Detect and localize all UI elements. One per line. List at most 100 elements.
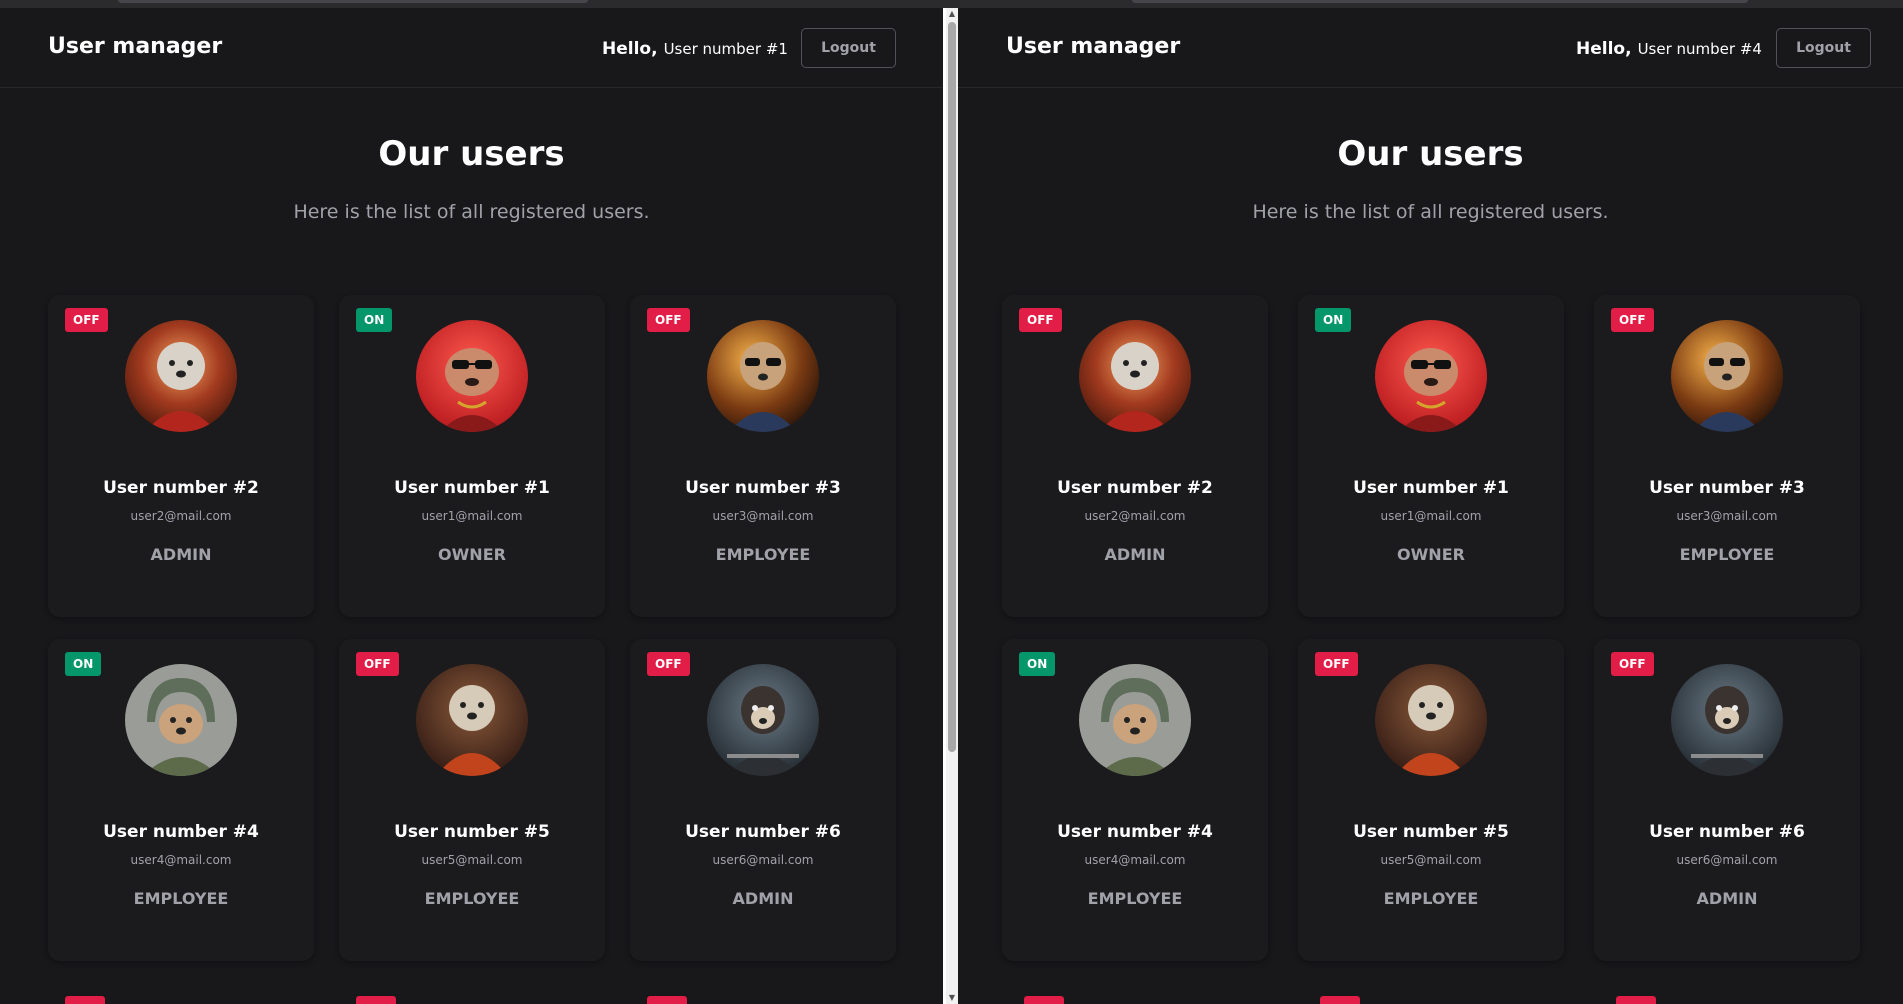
- user-card: ON User number #1 user1@mail.com OWNER: [339, 295, 605, 617]
- brand-title[interactable]: User manager: [1006, 34, 1180, 59]
- status-badge[interactable]: [1024, 996, 1064, 1004]
- user-name: User number #5: [394, 822, 550, 842]
- user-role: EMPLOYEE: [715, 545, 811, 564]
- user-email: user5@mail.com: [421, 853, 523, 867]
- dog-motorcycle-avatar: [707, 664, 819, 776]
- dog-motorcycle-avatar: [1671, 664, 1783, 776]
- user-role: ADMIN: [150, 545, 212, 564]
- user-card: ON User number #4 user4@mail.com EMPLOYE…: [48, 639, 314, 961]
- user-card: OFF User number #2 user2@mail.com ADMIN: [1002, 295, 1268, 617]
- user-card: OFF User number #6 user6@mail.com ADMIN: [1594, 639, 1860, 961]
- user-name: User number #4: [103, 822, 259, 842]
- user-card: OFF User number #6 user6@mail.com ADMIN: [630, 639, 896, 961]
- user-role: EMPLOYEE: [1679, 545, 1775, 564]
- status-badge[interactable]: [1320, 996, 1360, 1004]
- status-badge[interactable]: ON: [65, 652, 102, 676]
- user-name: User number #3: [685, 478, 841, 498]
- user-name: User number #1: [1353, 478, 1509, 498]
- navbar: User manager Hello, User number #4 Logout: [958, 8, 1903, 88]
- user-role: ADMIN: [1696, 889, 1758, 908]
- user-email: user3@mail.com: [712, 509, 814, 523]
- user-card: OFF User number #3 user3@mail.com EMPLOY…: [1594, 295, 1860, 617]
- logout-button[interactable]: Logout: [801, 28, 896, 68]
- page-subtitle: Here is the list of all registered users…: [1252, 201, 1609, 223]
- greeting: Hello, User number #1: [602, 39, 788, 59]
- status-badge[interactable]: OFF: [1019, 308, 1062, 332]
- browser-tab-left[interactable]: [118, 0, 588, 3]
- user-card: OFF User number #5 user5@mail.com EMPLOY…: [1298, 639, 1564, 961]
- user-name: User number #3: [1649, 478, 1805, 498]
- scrollbar-thumb[interactable]: [948, 22, 956, 752]
- user-name: User number #6: [1649, 822, 1805, 842]
- status-badge[interactable]: OFF: [65, 308, 108, 332]
- user-card: ON User number #1 user1@mail.com OWNER: [1298, 295, 1564, 617]
- scroll-up-icon[interactable]: ▲: [946, 8, 958, 20]
- status-badge[interactable]: [65, 996, 105, 1004]
- user-card: OFF User number #3 user3@mail.com EMPLOY…: [630, 295, 896, 617]
- user-email: user1@mail.com: [421, 509, 523, 523]
- browser-top-strip: [0, 0, 1903, 8]
- scroll-down-icon[interactable]: ▼: [946, 992, 958, 1004]
- user-email: user2@mail.com: [130, 509, 232, 523]
- browser-tab-right[interactable]: [1132, 0, 1748, 3]
- status-badge[interactable]: [647, 996, 687, 1004]
- navbar: User manager Hello, User number #1 Logout: [0, 8, 943, 88]
- bulldog-sunglasses-red-avatar: [416, 320, 528, 432]
- user-role: OWNER: [438, 545, 506, 564]
- greeting: Hello, User number #4: [1576, 39, 1762, 59]
- status-badge[interactable]: [1616, 996, 1656, 1004]
- status-badge[interactable]: OFF: [647, 652, 690, 676]
- user-role: EMPLOYEE: [1383, 889, 1479, 908]
- page-title: Our users: [1337, 134, 1524, 174]
- user-email: user4@mail.com: [130, 853, 232, 867]
- user-role: OWNER: [1397, 545, 1465, 564]
- user-name: User number #1: [394, 478, 550, 498]
- status-badge[interactable]: ON: [1315, 308, 1352, 332]
- user-name: User number #4: [1057, 822, 1213, 842]
- user-email: user2@mail.com: [1084, 509, 1186, 523]
- logout-button[interactable]: Logout: [1776, 28, 1871, 68]
- status-badge[interactable]: OFF: [647, 308, 690, 332]
- status-badge[interactable]: ON: [356, 308, 393, 332]
- dog-helmet-avatar: [1079, 664, 1191, 776]
- bulldog-sunglasses-red-avatar: [1375, 320, 1487, 432]
- page-title: Our users: [378, 134, 565, 174]
- status-badge[interactable]: [356, 996, 396, 1004]
- user-card: OFF User number #5 user5@mail.com EMPLOY…: [339, 639, 605, 961]
- status-badge[interactable]: OFF: [1315, 652, 1358, 676]
- user-card: OFF User number #2 user2@mail.com ADMIN: [48, 295, 314, 617]
- status-badge[interactable]: OFF: [1611, 308, 1654, 332]
- window-left: User manager Hello, User number #1 Logout…: [0, 8, 943, 1004]
- user-role: EMPLOYEE: [133, 889, 229, 908]
- greeting-label: Hello,: [602, 39, 658, 59]
- dog-orange-jacket-avatar: [416, 664, 528, 776]
- dog-orange-jacket-avatar: [1375, 664, 1487, 776]
- user-role: EMPLOYEE: [424, 889, 520, 908]
- user-role: EMPLOYEE: [1087, 889, 1183, 908]
- page-subtitle: Here is the list of all registered users…: [293, 201, 650, 223]
- dog-sunglasses-biker-avatar: [707, 320, 819, 432]
- status-badge[interactable]: OFF: [1611, 652, 1654, 676]
- status-badge[interactable]: ON: [1019, 652, 1056, 676]
- user-name: User number #5: [1353, 822, 1509, 842]
- window-right: User manager Hello, User number #4 Logout…: [958, 8, 1903, 1004]
- user-role: ADMIN: [1104, 545, 1166, 564]
- scrollbar[interactable]: ▲ ▼: [946, 8, 958, 1004]
- brand-title[interactable]: User manager: [48, 34, 222, 59]
- user-name: User number #6: [685, 822, 841, 842]
- status-badge[interactable]: OFF: [356, 652, 399, 676]
- user-name: User number #2: [1057, 478, 1213, 498]
- dog-helmet-avatar: [125, 664, 237, 776]
- user-email: user4@mail.com: [1084, 853, 1186, 867]
- current-user-name: User number #1: [663, 40, 788, 58]
- current-user-name: User number #4: [1637, 40, 1762, 58]
- user-role: ADMIN: [732, 889, 794, 908]
- user-name: User number #2: [103, 478, 259, 498]
- user-email: user6@mail.com: [712, 853, 814, 867]
- user-card: ON User number #4 user4@mail.com EMPLOYE…: [1002, 639, 1268, 961]
- user-email: user6@mail.com: [1676, 853, 1778, 867]
- user-email: user3@mail.com: [1676, 509, 1778, 523]
- user-email: user1@mail.com: [1380, 509, 1482, 523]
- greeting-label: Hello,: [1576, 39, 1632, 59]
- dog-red-leather-jacket-avatar: [125, 320, 237, 432]
